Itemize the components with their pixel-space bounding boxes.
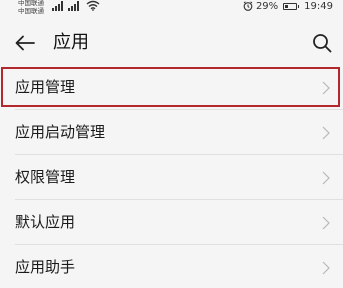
alarm-icon xyxy=(243,1,253,11)
menu-item-label: 默认应用 xyxy=(15,213,76,231)
app-bar: 应用 xyxy=(0,20,343,68)
battery-percent: 29% xyxy=(255,0,279,12)
back-arrow-icon xyxy=(15,35,35,51)
menu-item-app-startup-management[interactable]: 应用启动管理 xyxy=(0,110,343,155)
settings-screen: 中国联通 中国联通 29% 19:49 应用 应用管理 应用启动管理 权限管理 … xyxy=(0,0,343,288)
signal-icon xyxy=(68,1,79,11)
menu-item-label: 应用启动管理 xyxy=(15,123,106,141)
chevron-right-icon xyxy=(322,171,330,185)
status-right: 29% 19:49 xyxy=(243,0,333,12)
chevron-right-icon xyxy=(322,81,330,95)
menu-item-label: 应用管理 xyxy=(15,78,76,96)
status-bar: 中国联通 中国联通 29% 19:49 xyxy=(0,0,343,16)
clock: 19:49 xyxy=(304,0,333,12)
menu-item-label: 应用助手 xyxy=(15,258,76,276)
menu-item-label: 权限管理 xyxy=(15,168,76,186)
chevron-right-icon xyxy=(322,261,330,275)
search-button[interactable] xyxy=(309,30,335,56)
back-button[interactable] xyxy=(12,30,38,56)
settings-menu-list: 应用管理 应用启动管理 权限管理 默认应用 应用助手 xyxy=(0,65,343,288)
battery-level xyxy=(285,4,289,8)
carrier-names: 中国联通 中国联通 xyxy=(18,0,44,15)
battery-icon xyxy=(283,2,300,10)
menu-item-app-assistant[interactable]: 应用助手 xyxy=(0,245,343,288)
chevron-right-icon xyxy=(322,126,330,140)
page-title: 应用 xyxy=(53,32,89,53)
chevron-right-icon xyxy=(322,216,330,230)
menu-item-permission-management[interactable]: 权限管理 xyxy=(0,155,343,200)
signal-icon xyxy=(52,1,63,11)
carrier-2: 中国联通 xyxy=(18,6,44,15)
wifi-icon xyxy=(86,0,100,11)
search-icon xyxy=(313,34,332,53)
menu-item-app-management[interactable]: 应用管理 xyxy=(0,65,343,110)
menu-item-default-apps[interactable]: 默认应用 xyxy=(0,200,343,245)
